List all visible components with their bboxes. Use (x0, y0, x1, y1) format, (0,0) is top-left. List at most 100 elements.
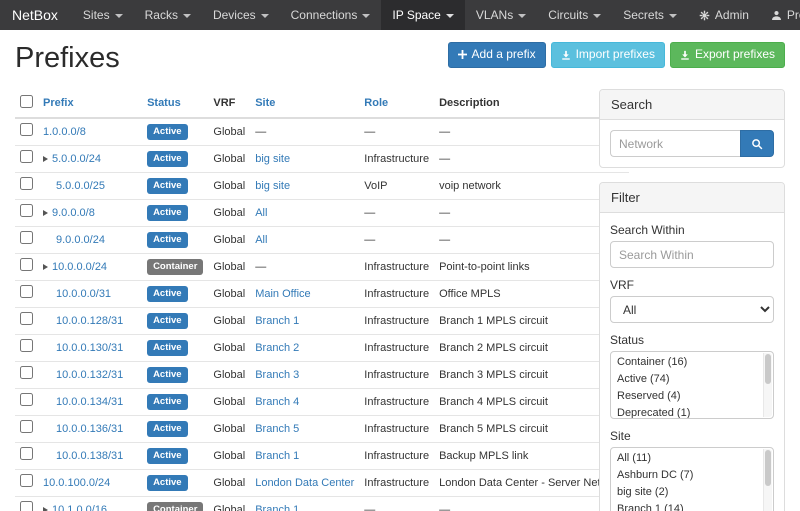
site-link[interactable]: All (255, 234, 267, 246)
page-title: Prefixes (15, 42, 120, 75)
site-listbox[interactable]: All (11)Ashburn DC (7)big site (2)Branch… (610, 447, 774, 511)
nav-item-secrets[interactable]: Secrets (612, 0, 688, 30)
list-option[interactable]: Ashburn DC (7) (611, 467, 761, 484)
prefix-table-body: 1.0.0.0/8 Active Global — — — 5.0.0.0/24 Active… (15, 118, 629, 511)
prefix-link[interactable]: 10.0.0.128/31 (56, 315, 123, 327)
status-badge: Active (147, 124, 188, 140)
site-label: Site (610, 429, 774, 443)
site-link[interactable]: Branch 4 (255, 396, 299, 408)
export-icon (680, 50, 690, 60)
site-cell: — (255, 261, 266, 273)
row-checkbox[interactable] (20, 339, 33, 352)
prefix-link[interactable]: 10.0.100.0/24 (43, 477, 110, 489)
row-checkbox[interactable] (20, 123, 33, 136)
role-cell: — (359, 497, 434, 511)
row-checkbox[interactable] (20, 420, 33, 433)
prefix-link[interactable]: 9.0.0.0/8 (52, 207, 95, 219)
nav-item-devices[interactable]: Devices (202, 0, 280, 30)
list-option[interactable]: Active (74) (611, 371, 761, 388)
site-link[interactable]: Branch 1 (255, 450, 299, 462)
column-header-status[interactable]: Status (142, 89, 208, 118)
nav-item-circuits[interactable]: Circuits (537, 0, 612, 30)
prefix-link[interactable]: 10.0.0.132/31 (56, 369, 123, 381)
role-cell: — (359, 200, 434, 227)
page-content: Prefixes Add a prefix Import prefixes Ex… (0, 30, 800, 511)
site-link[interactable]: Main Office (255, 288, 310, 300)
search-within-input[interactable] (610, 241, 774, 268)
row-checkbox[interactable] (20, 204, 33, 217)
site-link[interactable]: All (255, 207, 267, 219)
role-cell: Infrastructure (359, 281, 434, 308)
prefix-link[interactable]: 10.0.0.138/31 (56, 450, 123, 462)
list-option[interactable]: Branch 1 (14) (611, 501, 761, 511)
site-scrollbar[interactable] (763, 449, 772, 511)
nav-menu: SitesRacksDevicesConnectionsIP SpaceVLAN… (72, 0, 688, 30)
site-link[interactable]: Branch 3 (255, 369, 299, 381)
site-link[interactable]: big site (255, 153, 290, 165)
list-option[interactable]: Deprecated (1) (611, 405, 761, 419)
table-row: 10.0.0.128/31ActiveGlobalBranch 1Infrast… (15, 308, 629, 335)
site-link[interactable]: big site (255, 180, 290, 192)
row-checkbox[interactable] (20, 312, 33, 325)
row-checkbox[interactable] (20, 474, 33, 487)
prefix-link[interactable]: 1.0.0.0/8 (43, 126, 86, 138)
list-option[interactable]: Container (16) (611, 354, 761, 371)
row-checkbox[interactable] (20, 501, 33, 511)
search-input[interactable] (610, 130, 740, 157)
expand-caret-icon (43, 210, 48, 216)
site-link[interactable]: Branch 5 (255, 423, 299, 435)
site-link[interactable]: Branch 2 (255, 342, 299, 354)
column-header-role[interactable]: Role (359, 89, 434, 118)
add-prefix-button[interactable]: Add a prefix (448, 42, 546, 68)
status-badge: Active (147, 421, 188, 437)
prefix-link[interactable]: 10.0.0.0/24 (52, 261, 107, 273)
chevron-down-icon (261, 14, 269, 18)
export-prefixes-button[interactable]: Export prefixes (670, 42, 785, 68)
row-checkbox[interactable] (20, 447, 33, 460)
nav-item-racks[interactable]: Racks (134, 0, 202, 30)
status-scrollbar[interactable] (763, 353, 772, 417)
brand[interactable]: NetBox (0, 0, 72, 30)
vrf-select[interactable]: All (610, 296, 774, 323)
row-checkbox[interactable] (20, 285, 33, 298)
search-panel-title: Search (600, 90, 784, 120)
row-checkbox[interactable] (20, 393, 33, 406)
status-listbox[interactable]: Container (16)Active (74)Reserved (4)Dep… (610, 351, 774, 419)
prefix-link[interactable]: 10.0.0.130/31 (56, 342, 123, 354)
list-option[interactable]: big site (2) (611, 484, 761, 501)
row-checkbox[interactable] (20, 177, 33, 190)
list-option[interactable]: Reserved (4) (611, 388, 761, 405)
prefix-link[interactable]: 10.0.0.0/31 (56, 288, 111, 300)
select-all-checkbox[interactable] (20, 95, 33, 108)
site-link[interactable]: Branch 1 (255, 504, 299, 511)
search-button[interactable] (740, 130, 774, 157)
column-header-site[interactable]: Site (250, 89, 359, 118)
chevron-down-icon (518, 14, 526, 18)
prefix-link[interactable]: 5.0.0.0/25 (56, 180, 105, 192)
nav-item-connections[interactable]: Connections (280, 0, 382, 30)
nav-item-ip-space[interactable]: IP Space (381, 0, 464, 30)
import-prefixes-button[interactable]: Import prefixes (551, 42, 665, 68)
vrf-cell: Global (208, 362, 250, 389)
list-option[interactable]: All (11) (611, 450, 761, 467)
prefix-link[interactable]: 9.0.0.0/24 (56, 234, 105, 246)
column-header-prefix[interactable]: Prefix (38, 89, 142, 118)
navbar-admin[interactable]: Admin (688, 0, 760, 30)
status-badge: Active (147, 286, 188, 302)
site-link[interactable]: Branch 1 (255, 315, 299, 327)
nav-item-sites[interactable]: Sites (72, 0, 134, 30)
prefix-link[interactable]: 10.1.0.0/16 (52, 504, 107, 511)
row-checkbox[interactable] (20, 366, 33, 379)
row-checkbox[interactable] (20, 150, 33, 163)
prefix-link[interactable]: 5.0.0.0/24 (52, 153, 101, 165)
prefix-link[interactable]: 10.0.0.136/31 (56, 423, 123, 435)
site-link[interactable]: London Data Center (255, 477, 354, 489)
prefix-link[interactable]: 10.0.0.134/31 (56, 396, 123, 408)
table-row: 10.0.0.134/31ActiveGlobalBranch 4Infrast… (15, 389, 629, 416)
row-checkbox[interactable] (20, 231, 33, 244)
nav-item-vlans[interactable]: VLANs (465, 0, 537, 30)
navbar-profile[interactable]: Profile (760, 0, 800, 30)
status-badge: Active (147, 313, 188, 329)
site-cell: — (255, 126, 266, 138)
row-checkbox[interactable] (20, 258, 33, 271)
